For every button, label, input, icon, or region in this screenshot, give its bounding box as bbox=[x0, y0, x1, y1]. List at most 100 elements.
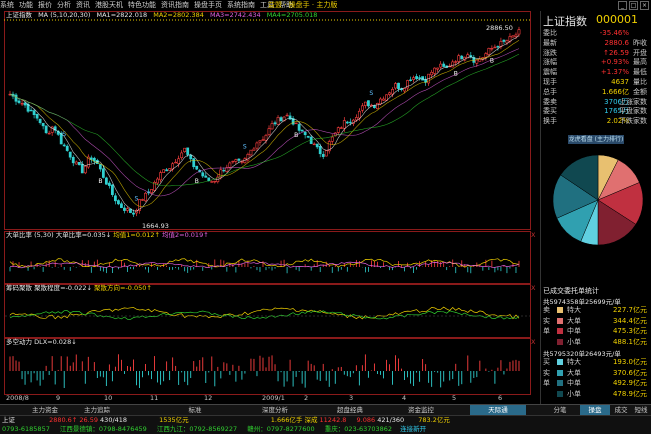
order-amount: 492.9亿元 bbox=[612, 379, 647, 387]
tab-tick[interactable]: 分笔 bbox=[545, 405, 575, 415]
x-tick: 12 bbox=[204, 394, 213, 402]
candle-body bbox=[68, 151, 72, 158]
menu-item-quote[interactable]: 报价 bbox=[38, 0, 52, 11]
x-tick: 6 bbox=[498, 394, 503, 402]
maximize-button[interactable]: □ bbox=[629, 1, 638, 10]
tab-depth[interactable]: 深度分析 bbox=[250, 405, 300, 415]
candle-body bbox=[222, 169, 226, 172]
panel2-title: 筹码聚散 bbox=[6, 284, 32, 292]
quote-label-2: 开盘 bbox=[633, 48, 647, 57]
panel-frame bbox=[4, 11, 531, 230]
chart-area[interactable]: S B S B S B S B B bbox=[4, 11, 540, 404]
candle-body bbox=[252, 148, 256, 151]
menu-item-hk[interactable]: 港股天机 bbox=[95, 0, 123, 11]
menu-item-news[interactable]: 资讯 bbox=[76, 0, 90, 11]
menu-item-function[interactable]: 功能 bbox=[19, 0, 33, 11]
app-title: 益盟 · 操盘手 · 主力版 bbox=[268, 1, 338, 9]
menu-item-system-guide[interactable]: 系统指南 bbox=[227, 0, 255, 11]
close-button[interactable]: × bbox=[640, 1, 649, 10]
status-change: 26.59 bbox=[79, 416, 98, 424]
tab-operate[interactable]: 操盘 bbox=[580, 405, 610, 415]
candle-body bbox=[123, 207, 126, 211]
panel2-line-2 bbox=[9, 310, 520, 320]
menu-item-features[interactable]: 特色功能 bbox=[128, 0, 156, 11]
candle-body bbox=[397, 82, 400, 89]
panel1-close-icon[interactable]: X bbox=[531, 231, 535, 239]
menu-item-analysis[interactable]: 分析 bbox=[57, 0, 71, 11]
panel-frame bbox=[4, 284, 531, 338]
panel2-close-icon[interactable]: X bbox=[531, 284, 535, 292]
panel3-close-icon[interactable]: X bbox=[531, 338, 535, 346]
quote-value: +1.37% bbox=[600, 68, 629, 77]
tab-standard[interactable]: 标准 bbox=[170, 405, 220, 415]
status-phone-5: 重庆：023-63703862 bbox=[324, 425, 393, 433]
candle-body bbox=[195, 165, 199, 170]
order-size: 中单 bbox=[567, 379, 581, 387]
x-tick: 3 bbox=[349, 394, 354, 402]
x-tick: 5 bbox=[452, 394, 457, 402]
candle-body bbox=[62, 144, 66, 147]
ma4-value: MA4=2705.018 bbox=[266, 11, 318, 19]
tab-tianjitong[interactable]: 天际通 bbox=[470, 405, 526, 415]
quote-label: 震幅 bbox=[543, 68, 557, 77]
quote-row: 换手 2.02% 下跌家数 bbox=[543, 117, 647, 127]
status-connect[interactable]: 连接新开 bbox=[400, 425, 426, 433]
menu-item-guide[interactable]: 资讯指南 bbox=[161, 0, 189, 11]
candle-body bbox=[65, 145, 69, 151]
tab-classic[interactable]: 超盘经典 bbox=[325, 405, 375, 415]
panel3-header: 多空动力 DLX=0.028↓ bbox=[6, 338, 77, 346]
order-amount: 344.4亿元 bbox=[612, 316, 647, 325]
order-amount: 488.1亿元 bbox=[612, 337, 647, 346]
quote-label-2: 昨收 bbox=[633, 38, 647, 47]
order-size: 大单 bbox=[567, 316, 581, 325]
quote-row: 现手 4637 量比 bbox=[543, 78, 647, 88]
rank-button[interactable]: 龙虎看盘 (主力排行) bbox=[568, 135, 624, 144]
candle-body bbox=[475, 59, 479, 64]
tab-main-track[interactable]: 主力追踪 bbox=[72, 405, 122, 415]
candle-body bbox=[391, 89, 394, 95]
panel1-title: 大单比率 (5,30) bbox=[6, 231, 54, 239]
high-annotation: 2886.50 bbox=[486, 24, 513, 32]
candle-body bbox=[379, 98, 382, 105]
quote-label-2: 金额 bbox=[633, 87, 647, 96]
signal-marker: B bbox=[294, 132, 298, 139]
order-swatch bbox=[557, 307, 563, 313]
menu-item-trader[interactable]: 操盘手页 bbox=[194, 0, 222, 11]
signal-marker: S bbox=[134, 195, 138, 202]
candle-body bbox=[412, 77, 415, 80]
candle-body bbox=[35, 113, 39, 119]
tab-trade[interactable]: 成交 bbox=[612, 405, 630, 415]
candle-body bbox=[300, 129, 304, 132]
order-swatch bbox=[557, 338, 563, 345]
minimize-button[interactable]: _ bbox=[618, 1, 627, 10]
quote-label: 现手 bbox=[543, 78, 557, 86]
candle-body bbox=[107, 182, 111, 186]
menu-item-system[interactable]: 系统 bbox=[0, 0, 14, 11]
quote-label: 总手 bbox=[543, 87, 557, 96]
candle-body bbox=[376, 103, 379, 110]
candle-body bbox=[418, 77, 422, 79]
candle-body bbox=[324, 150, 328, 157]
order-amount: 475.3亿元 bbox=[612, 327, 647, 335]
quote-value: 4637 bbox=[611, 78, 629, 86]
candle-body bbox=[421, 76, 425, 81]
candle-body bbox=[47, 132, 51, 135]
ma1-value: MA1=2822.018 bbox=[96, 11, 148, 19]
tab-fund-monitor[interactable]: 资金监控 bbox=[396, 405, 446, 415]
signal-marker: B bbox=[490, 57, 494, 64]
status-line-1: 上证 2880.6↑ 26.59 430/418 1535亿元 1.666亿手 … bbox=[2, 416, 450, 425]
tab-short[interactable]: 短线 bbox=[632, 405, 650, 415]
order-row: 实 大单 370.6亿元 bbox=[543, 368, 651, 378]
panel1-value2: 均值1=0.012↑ bbox=[113, 231, 160, 239]
candle-body bbox=[403, 88, 406, 92]
panel2-line-1 bbox=[9, 306, 520, 320]
signal-marker: S bbox=[243, 144, 247, 151]
quote-row: 委比 -35.46% bbox=[543, 29, 647, 39]
status-amount: 1535亿元 bbox=[159, 416, 189, 424]
candle-body bbox=[264, 134, 268, 141]
tab-main-funds[interactable]: 主力资金 bbox=[20, 405, 70, 415]
quote-title: 上证指数 bbox=[543, 15, 587, 28]
order-size: 特大 bbox=[567, 358, 581, 366]
candle-body bbox=[460, 55, 464, 60]
status-sz-updown: 421/360 bbox=[377, 416, 405, 424]
